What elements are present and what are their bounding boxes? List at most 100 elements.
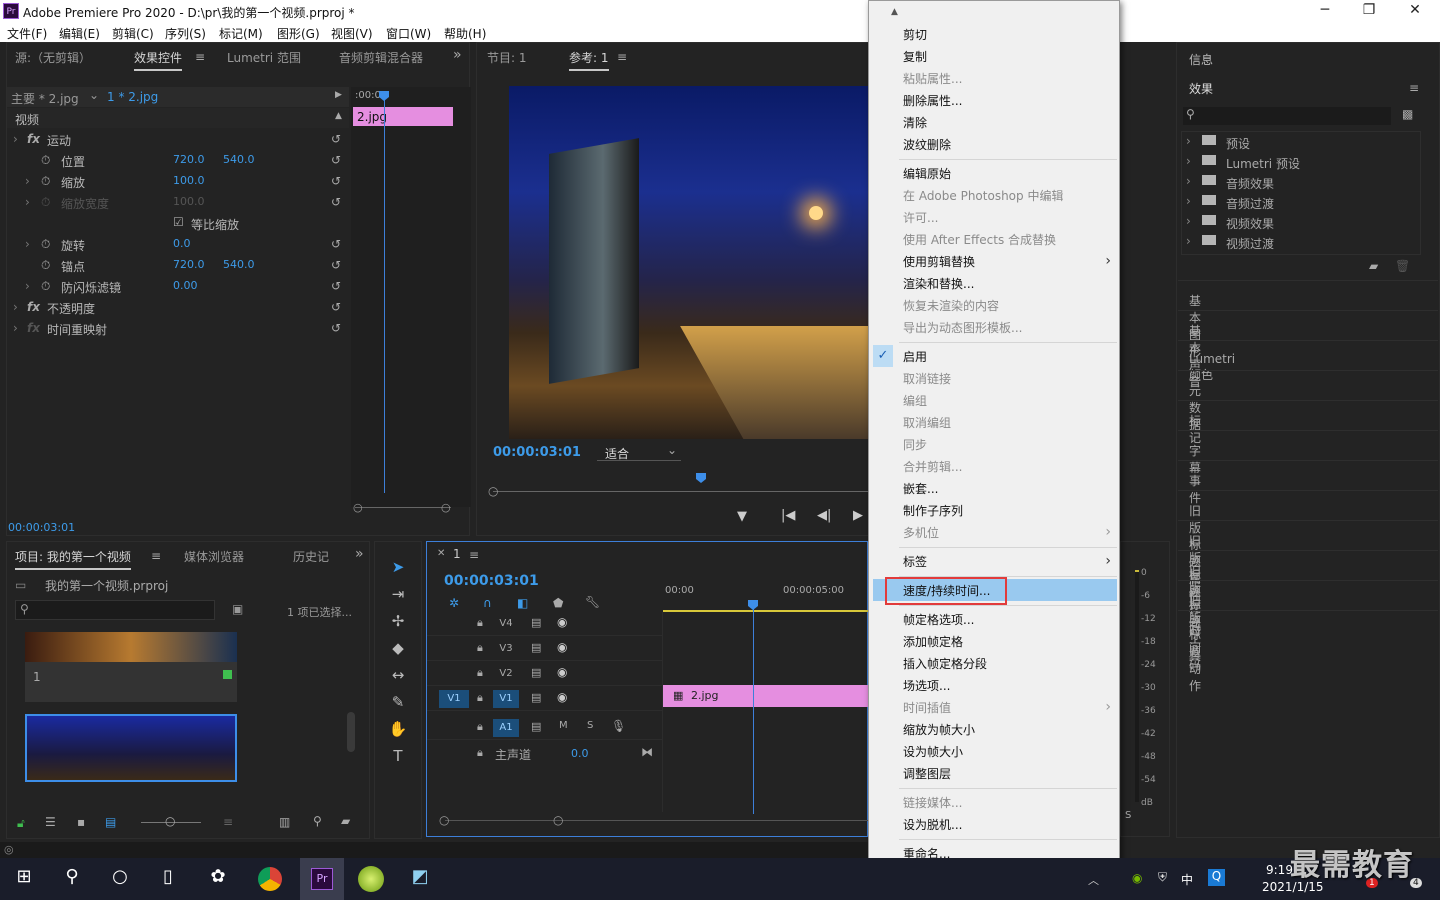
go-to-end-icon[interactable]: ⧓ [641, 745, 653, 759]
stopwatch-icon[interactable]: ⏱ [41, 153, 50, 168]
source-patch-v1[interactable]: V1 [439, 690, 469, 708]
chevron-icon[interactable]: › [25, 237, 30, 251]
clip-selector[interactable]: 1 * 2.jpg [107, 90, 158, 104]
chevron-icon[interactable]: › [13, 300, 18, 314]
timeline-tab[interactable]: 1 [453, 547, 461, 561]
lock-icon[interactable]: 🔓︎ [17, 816, 25, 831]
menu-item[interactable]: 设为帧大小 [903, 743, 963, 760]
menu-item[interactable]: 速度/持续时间... [903, 582, 991, 599]
hand-tool-icon[interactable]: ✋ [386, 720, 410, 742]
scroll-handle-right[interactable]: ○ [553, 813, 563, 827]
sync-lock-icon[interactable]: ▤ [531, 616, 541, 629]
sync-lock-icon[interactable]: ▤ [531, 691, 541, 704]
menu-item[interactable]: 波纹删除 [903, 136, 951, 153]
chevron-right-icon[interactable]: › [1186, 134, 1191, 148]
scroll-handle-left[interactable]: ○ [439, 813, 449, 827]
thumbnail-2[interactable] [25, 714, 237, 782]
track-label[interactable]: A1 [493, 719, 519, 737]
fit-dropdown[interactable]: 适合 ⌄ [597, 443, 681, 461]
type-tool-icon[interactable]: T [386, 747, 410, 769]
chevron-icon[interactable]: › [25, 195, 30, 209]
lock-icon[interactable]: 🔒︎ [477, 616, 483, 630]
lock-icon[interactable]: 🔒︎ [477, 666, 483, 680]
reset-icon[interactable]: ↺ [331, 153, 341, 167]
timeline-playhead-handle[interactable] [748, 600, 758, 610]
qq-icon[interactable]: Q [1208, 869, 1225, 886]
close-tab-icon[interactable]: ✕ [437, 548, 445, 559]
property-value-2[interactable]: 540.0 [223, 258, 255, 271]
menu-graphics[interactable]: 图形(G) [277, 25, 320, 42]
effects-tree-item[interactable]: › 视频效果 [1182, 212, 1418, 232]
chevron-right-icon[interactable]: › [1186, 214, 1191, 228]
timeline-timecode[interactable]: 00:00:03:01 [444, 573, 539, 589]
reset-icon[interactable]: ↺ [331, 258, 341, 272]
wrench-icon[interactable]: 🔧︎ [585, 595, 600, 609]
menu-marker[interactable]: 标记(M) [219, 25, 263, 42]
timeline-scrollbar[interactable] [445, 820, 869, 821]
lock-icon[interactable]: 🔒︎ [477, 720, 483, 734]
ime-indicator[interactable]: 中 [1181, 871, 1193, 888]
playhead[interactable] [384, 93, 385, 493]
stopwatch-icon[interactable]: ⏱ [41, 174, 50, 189]
menu-clip[interactable]: 剪辑(C) [112, 25, 154, 42]
microphone-icon[interactable]: 🎙︎ [611, 719, 626, 733]
scroll-handle-right[interactable]: ○ [441, 501, 451, 514]
tab-reference[interactable]: 参考: 1 [569, 49, 609, 71]
panel-menu-icon[interactable]: ≡ [195, 50, 205, 64]
task-view-icon[interactable]: ▯ [154, 866, 182, 892]
menu-file[interactable]: 文件(F) [7, 25, 47, 42]
menu-edit[interactable]: 编辑(E) [59, 25, 100, 42]
menu-item[interactable]: 复制 [903, 48, 927, 65]
panel-menu-icon[interactable]: ≡ [1409, 81, 1419, 95]
ripple-edit-tool-icon[interactable]: ✢ [386, 612, 410, 634]
sync-lock-icon[interactable]: ▤ [531, 720, 541, 733]
property-value[interactable]: 100.0 [173, 174, 205, 187]
find-icon[interactable]: ⚲ [313, 814, 322, 828]
minimize-button[interactable]: ─ [1310, 2, 1340, 18]
marker-icon[interactable]: ▼ [737, 509, 747, 524]
menu-window[interactable]: 窗口(W) [386, 25, 431, 42]
chevron-right-icon[interactable]: › [1186, 154, 1191, 168]
program-timecode[interactable]: 00:00:03:01 [493, 445, 581, 460]
program-playhead[interactable] [696, 473, 706, 483]
reset-icon[interactable]: ↺ [331, 279, 341, 293]
fx-badge-icon[interactable]: fx [27, 300, 40, 314]
scroll-handle-left[interactable]: ○ [353, 501, 363, 514]
track-label[interactable]: V4 [493, 615, 519, 633]
stopwatch-icon[interactable]: ⏱ [41, 279, 50, 294]
property-value[interactable]: 100.0 [173, 195, 205, 208]
overflow-icon[interactable]: » [355, 546, 364, 562]
add-marker-icon[interactable]: ◧ [517, 596, 528, 610]
chevron-right-icon[interactable]: › [1186, 174, 1191, 188]
property-value[interactable]: 0.0 [173, 237, 191, 250]
property-value[interactable]: 720.0 [173, 153, 205, 166]
effects-search-input[interactable]: ⚲ [1183, 107, 1391, 125]
tab-history[interactable]: 历史记 [293, 548, 329, 565]
collapse-triangle-icon[interactable]: ▲ [335, 111, 342, 121]
solo-button[interactable]: S [587, 720, 593, 731]
menu-item[interactable]: 编辑原始 [903, 165, 951, 182]
eye-icon[interactable]: ◉ [557, 640, 567, 654]
overflow-icon[interactable]: » [453, 47, 462, 63]
tab-program[interactable]: 节目: 1 [487, 49, 527, 66]
pen-tool-icon[interactable]: ✎ [386, 693, 410, 715]
track-label[interactable]: V1 [493, 690, 519, 708]
program-scrubber[interactable] [493, 491, 870, 492]
chevron-right-icon[interactable]: › [1186, 234, 1191, 248]
effects-tree-item[interactable]: › Lumetri 预设 [1182, 152, 1418, 172]
reset-icon[interactable]: ↺ [331, 237, 341, 251]
thumbnail-1[interactable] [25, 632, 237, 662]
label-color-icon[interactable] [223, 670, 232, 679]
timeline-clip[interactable]: ▦ 2.jpg [663, 685, 869, 707]
automate-icon[interactable]: ▥ [279, 815, 290, 829]
timeline-playhead[interactable] [753, 606, 754, 814]
tab-project[interactable]: 项目: 我的第一个视频 [15, 548, 131, 570]
tray-chevron-icon[interactable]: ︿ [1088, 872, 1099, 888]
clock-time[interactable]: 9:19 [1266, 863, 1293, 877]
track-select-tool-icon[interactable]: ⇥ [386, 585, 410, 607]
right-panel-item[interactable]: Lumetri 颜色 [1189, 352, 1235, 383]
effects-tree-item[interactable]: › 音频效果 [1182, 172, 1418, 192]
sort-icon[interactable]: ≡ [223, 815, 233, 829]
info-panel-title[interactable]: 信息 [1189, 51, 1213, 68]
menu-sequence[interactable]: 序列(S) [165, 25, 206, 42]
